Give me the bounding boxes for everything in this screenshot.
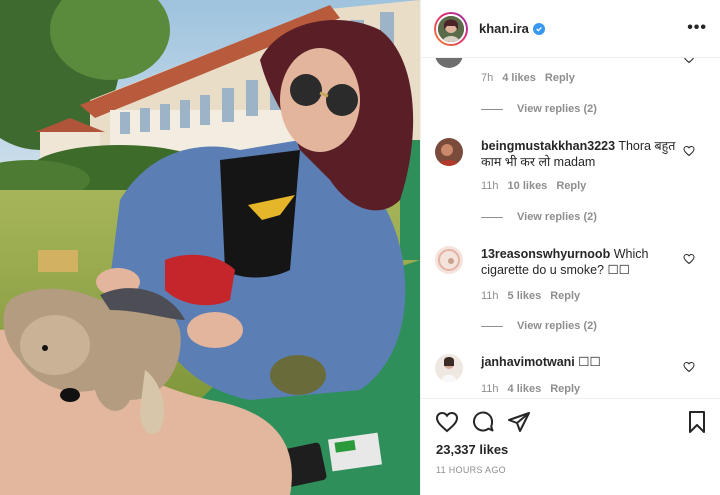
comment-likes[interactable]: 4 likes	[508, 383, 542, 395]
post-timestamp[interactable]: 11 HOURS AGO	[436, 465, 506, 475]
comment-body: 13reasonswhyurnoob Which cigarette do u …	[481, 246, 686, 278]
view-replies-label: View replies (2)	[517, 211, 597, 223]
comment-avatar[interactable]	[435, 354, 463, 382]
comment-time[interactable]: 11h	[481, 180, 499, 192]
view-replies-label: View replies (2)	[517, 103, 597, 115]
avatar-image	[435, 246, 463, 274]
verified-badge-icon	[532, 22, 545, 35]
reply-button[interactable]: Reply	[550, 290, 580, 302]
heart-icon[interactable]	[435, 410, 459, 434]
reply-button[interactable]: Reply	[550, 383, 580, 395]
post-header: khan.ira •••	[421, 0, 720, 58]
comment-like-heart-icon[interactable]	[683, 145, 695, 157]
comment-bubble-icon[interactable]	[471, 410, 495, 434]
profile-avatar-ring[interactable]	[434, 11, 468, 46]
comment-avatar[interactable]	[435, 138, 463, 166]
comments-list[interactable]: 7h 4 likes Reply View replies (2) beingmus…	[421, 58, 720, 398]
comment-text: ☐☐	[578, 355, 601, 369]
comment-avatar[interactable]	[435, 246, 463, 274]
comment-body: janhavimotwani ☐☐	[481, 354, 686, 370]
comment-likes[interactable]: 10 likes	[508, 180, 548, 192]
comment-likes[interactable]: 4 likes	[502, 72, 536, 84]
post-username[interactable]: khan.ira	[479, 21, 529, 36]
comment-likes[interactable]: 5 likes	[508, 290, 542, 302]
more-options-button[interactable]: •••	[687, 19, 707, 37]
comment-time[interactable]: 11h	[481, 290, 499, 302]
comment-meta: 7h 4 likes Reply	[481, 72, 584, 84]
bookmark-icon[interactable]	[685, 410, 709, 434]
comment-avatar[interactable]	[435, 58, 463, 68]
comment-meta: 11h 5 likes Reply	[481, 290, 589, 302]
divider	[481, 216, 503, 218]
comment-body: beingmustakkhan3223 Thora बहुत काम भी कर…	[481, 138, 686, 170]
divider	[481, 108, 503, 110]
avatar[interactable]	[436, 13, 466, 44]
comment-like-heart-icon[interactable]	[683, 253, 695, 265]
comment-like-heart-icon[interactable]	[683, 58, 695, 64]
comment-username[interactable]: beingmustakkhan3223	[481, 139, 615, 153]
reply-button[interactable]: Reply	[556, 180, 586, 192]
post-actions: 23,337 likes 11 HOURS AGO	[421, 398, 720, 495]
comment-meta: 11h 4 likes Reply	[481, 383, 589, 395]
likes-count[interactable]: 23,337 likes	[436, 442, 508, 457]
paper-plane-icon[interactable]	[507, 410, 531, 434]
comment-username[interactable]: 13reasonswhyurnoob	[481, 247, 610, 261]
comment-meta: 11h 10 likes Reply	[481, 180, 595, 192]
avatar-image	[435, 58, 463, 68]
divider	[481, 325, 503, 327]
reply-button[interactable]: Reply	[545, 72, 575, 84]
view-replies-button[interactable]: View replies (2)	[481, 103, 597, 115]
view-replies-label: View replies (2)	[517, 320, 597, 332]
comment-like-heart-icon[interactable]	[683, 361, 695, 373]
post-photo[interactable]	[0, 0, 420, 495]
comment-time[interactable]: 11h	[481, 383, 499, 395]
avatar-image	[435, 354, 463, 382]
comment-username[interactable]: janhavimotwani	[481, 355, 575, 369]
view-replies-button[interactable]: View replies (2)	[481, 320, 597, 332]
view-replies-button[interactable]: View replies (2)	[481, 211, 597, 223]
avatar-image	[435, 138, 463, 166]
avatar-image	[438, 15, 464, 42]
post-sidebar: khan.ira ••• 7h 4 likes Reply View replies…	[420, 0, 720, 495]
comment-time[interactable]: 7h	[481, 72, 493, 84]
post-image	[0, 0, 420, 495]
